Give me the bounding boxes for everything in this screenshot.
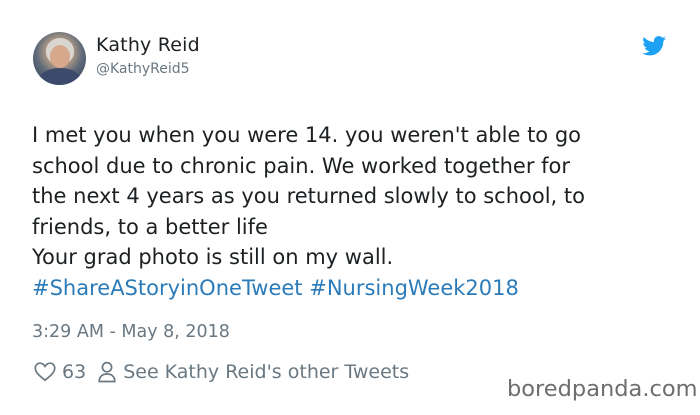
watermark: boredpanda.com <box>507 376 698 402</box>
tweet-text-line: school due to chronic pain. We worked to… <box>32 153 571 178</box>
hashtag-link[interactable]: #ShareAStoryinOneTweet <box>32 276 303 300</box>
avatar-face <box>50 45 70 68</box>
tweet-text-line: I met you when you were 14. you weren't … <box>32 123 582 147</box>
see-other-tweets-link[interactable]: See Kathy Reid's other Tweets <box>123 361 409 383</box>
like-count[interactable]: 63 <box>62 361 86 383</box>
tweet-text-line: the next 4 years as you returned slowly … <box>32 184 585 208</box>
hashtag-link[interactable]: #NursingWeek2018 <box>309 276 519 300</box>
person-icon[interactable] <box>98 361 116 383</box>
hashtag-row: #ShareAStoryinOneTweet #NursingWeek2018 <box>32 273 682 304</box>
author-handle[interactable]: @KathyReid5 <box>96 61 190 77</box>
tweet-timestamp[interactable]: 3:29 AM - May 8, 2018 <box>32 322 230 342</box>
tweet-actions: 63 See Kathy Reid's other Tweets <box>34 359 409 385</box>
avatar-shoulders <box>39 68 81 85</box>
tweet-text-line: friends, to a better life <box>32 214 268 239</box>
twitter-bird-icon[interactable] <box>642 36 667 56</box>
tweet-text-line: Your grad photo is still on my wall. <box>32 245 394 269</box>
avatar[interactable] <box>33 32 86 85</box>
tweet-body: I met you when you were 14. you weren't … <box>32 120 682 303</box>
heart-icon[interactable] <box>34 362 56 382</box>
author-name[interactable]: Kathy Reid <box>96 34 200 56</box>
